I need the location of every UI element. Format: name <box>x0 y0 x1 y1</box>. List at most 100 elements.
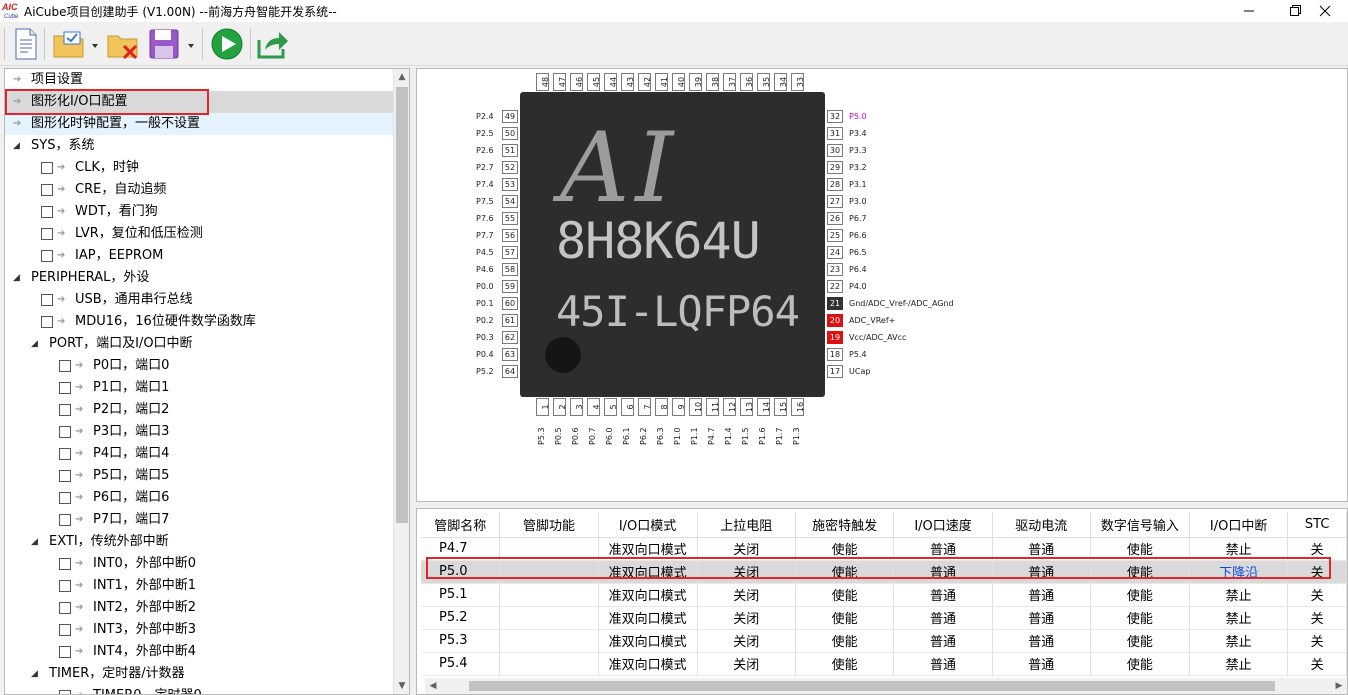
column-header[interactable]: STC <box>1287 512 1347 538</box>
tree-item-checkbox[interactable] <box>59 448 71 460</box>
chip-pin-bottom[interactable]: 2 <box>553 398 566 416</box>
chip-pin-right[interactable]: 29 <box>827 161 843 174</box>
tree-item-checkbox[interactable] <box>59 558 71 570</box>
tree-item[interactable]: ➔ P2口，端口2 <box>5 399 393 421</box>
chip-pin-right[interactable]: 20 <box>827 314 843 327</box>
table-cell[interactable]: 使能 <box>795 606 895 630</box>
scroll-left-icon[interactable]: ◀ <box>425 678 441 694</box>
close-button[interactable] <box>1302 0 1348 22</box>
chip-pin-right[interactable]: 17 <box>827 365 843 378</box>
chip-pin-left[interactable]: 52 <box>502 161 518 174</box>
column-header[interactable]: 上拉电阻 <box>697 512 796 538</box>
table-cell[interactable]: 普通 <box>992 629 1091 653</box>
chip-pin-bottom[interactable]: 4 <box>587 398 600 416</box>
table-cell[interactable]: 使能 <box>795 629 895 653</box>
table-cell[interactable]: 普通 <box>992 606 1091 630</box>
table-cell[interactable]: 禁止 <box>1189 606 1289 630</box>
table-cell[interactable]: 准双向口模式 <box>598 629 698 653</box>
tree-item[interactable]: ➔ INT0，外部中断0 <box>5 553 393 575</box>
table-cell[interactable]: 关闭 <box>697 606 796 630</box>
column-header[interactable]: 驱动电流 <box>992 512 1091 538</box>
chip-pin-left[interactable]: 50 <box>502 127 518 140</box>
chip-pin-top[interactable]: 35 <box>757 73 770 91</box>
tree-item[interactable]: ◢ PERIPHERAL，外设 <box>5 267 393 289</box>
table-cell[interactable] <box>499 583 599 607</box>
chip-pin-right[interactable]: 30 <box>827 144 843 157</box>
tree-item-checkbox[interactable] <box>59 382 71 394</box>
chip-pin-right[interactable]: 18 <box>827 348 843 361</box>
tree-item[interactable]: ◢ PORT，端口及I/O口中断 <box>5 333 393 355</box>
table-cell[interactable]: 准双向口模式 <box>598 652 698 676</box>
tree-item[interactable]: ➔ P1口，端口1 <box>5 377 393 399</box>
tree-item-checkbox[interactable] <box>41 250 53 262</box>
tree-item[interactable]: ➔ CRE，自动追频 <box>5 179 393 201</box>
chip-pin-top[interactable]: 46 <box>570 73 583 91</box>
tree-item[interactable]: ➔ P6口，端口6 <box>5 487 393 509</box>
tree-item-checkbox[interactable] <box>59 602 71 614</box>
expand-triangle-icon[interactable]: ◢ <box>13 267 20 289</box>
tree-item-checkbox[interactable] <box>59 404 71 416</box>
chip-pin-top[interactable]: 48 <box>536 73 549 91</box>
chip-pin-right[interactable]: 22 <box>827 280 843 293</box>
scroll-up-icon[interactable]: ▲ <box>394 69 409 85</box>
column-header[interactable]: 数字信号输入 <box>1090 512 1190 538</box>
tree-item[interactable]: ◢ TIMER，定时器/计数器 <box>5 663 393 685</box>
table-cell[interactable] <box>499 629 599 653</box>
tree-item-checkbox[interactable] <box>59 690 71 694</box>
table-cell[interactable]: 关闭 <box>697 652 796 676</box>
table-cell[interactable]: P5.4 <box>421 652 501 676</box>
chip-pin-top[interactable]: 40 <box>672 73 685 91</box>
chip-pin-left[interactable]: 54 <box>502 195 518 208</box>
tree-item[interactable]: ➔ CLK，时钟 <box>5 157 393 179</box>
tree-item[interactable]: ➔ P4口，端口4 <box>5 443 393 465</box>
tree-item-checkbox[interactable] <box>41 294 53 306</box>
table-cell[interactable]: 使能 <box>795 583 895 607</box>
chip-pin-bottom[interactable]: 8 <box>655 398 668 416</box>
tree-item-checkbox[interactable] <box>41 316 53 328</box>
chip-pin-top[interactable]: 47 <box>553 73 566 91</box>
expand-triangle-icon[interactable]: ◢ <box>13 135 20 157</box>
tree-item[interactable]: ➔ USB，通用串行总线 <box>5 289 393 311</box>
table-cell[interactable]: P5.2 <box>421 606 501 630</box>
tree-item-checkbox[interactable] <box>41 228 53 240</box>
chip-pin-bottom[interactable]: 14 <box>757 398 770 416</box>
chip-pin-bottom[interactable]: 10 <box>689 398 702 416</box>
column-header[interactable]: 施密特触发 <box>795 512 895 538</box>
table-cell[interactable]: 准双向口模式 <box>598 583 698 607</box>
close-project-icon[interactable] <box>106 26 142 62</box>
table-cell[interactable]: 使能 <box>795 652 895 676</box>
run-icon[interactable] <box>210 26 246 62</box>
chip-pin-left[interactable]: 62 <box>502 331 518 344</box>
expand-triangle-icon[interactable]: ◢ <box>31 333 38 355</box>
chip-pin-left[interactable]: 53 <box>502 178 518 191</box>
chip-pin-left[interactable]: 55 <box>502 212 518 225</box>
chip-pin-right[interactable]: 21 <box>827 297 843 310</box>
column-header[interactable]: 管脚名称 <box>421 512 501 538</box>
chip-pin-right[interactable]: 31 <box>827 127 843 140</box>
table-row[interactable]: P5.3 准双向口模式 关闭 使能 普通 普通 使能 禁止关 <box>421 629 1347 653</box>
tree-item-checkbox[interactable] <box>41 162 53 174</box>
tree-item-checkbox[interactable] <box>59 426 71 438</box>
chip-pin-top[interactable]: 36 <box>740 73 753 91</box>
table-row[interactable]: P5.1 准双向口模式 关闭 使能 普通 普通 使能 禁止关 <box>421 583 1347 607</box>
table-cell[interactable]: 禁止 <box>1189 629 1289 653</box>
table-row[interactable]: P5.4 准双向口模式 关闭 使能 普通 普通 使能 禁止关 <box>421 652 1347 676</box>
chip-pin-bottom[interactable]: 15 <box>774 398 787 416</box>
table-cell[interactable] <box>499 652 599 676</box>
save-icon[interactable] <box>148 26 198 62</box>
tree-item[interactable]: ➔ P5口，端口5 <box>5 465 393 487</box>
chip-pin-left[interactable]: 63 <box>502 348 518 361</box>
chip-pin-top[interactable]: 41 <box>655 73 668 91</box>
tree-item[interactable]: ◢ EXTI，传统外部中断 <box>5 531 393 553</box>
chip-pin-left[interactable]: 60 <box>502 297 518 310</box>
table-cell[interactable]: P5.1 <box>421 583 501 607</box>
table-cell[interactable]: 使能 <box>1090 583 1190 607</box>
table-cell[interactable]: 普通 <box>992 652 1091 676</box>
tree-item[interactable]: ➔ P3口，端口3 <box>5 421 393 443</box>
scroll-down-icon[interactable]: ▼ <box>394 678 409 694</box>
table-row[interactable]: P5.2 准双向口模式 关闭 使能 普通 普通 使能 禁止关 <box>421 606 1347 630</box>
tree-item-checkbox[interactable] <box>59 514 71 526</box>
chip-pin-bottom[interactable]: 5 <box>604 398 617 416</box>
column-header[interactable]: I/O口模式 <box>598 512 698 538</box>
table-cell[interactable]: 普通 <box>992 583 1091 607</box>
